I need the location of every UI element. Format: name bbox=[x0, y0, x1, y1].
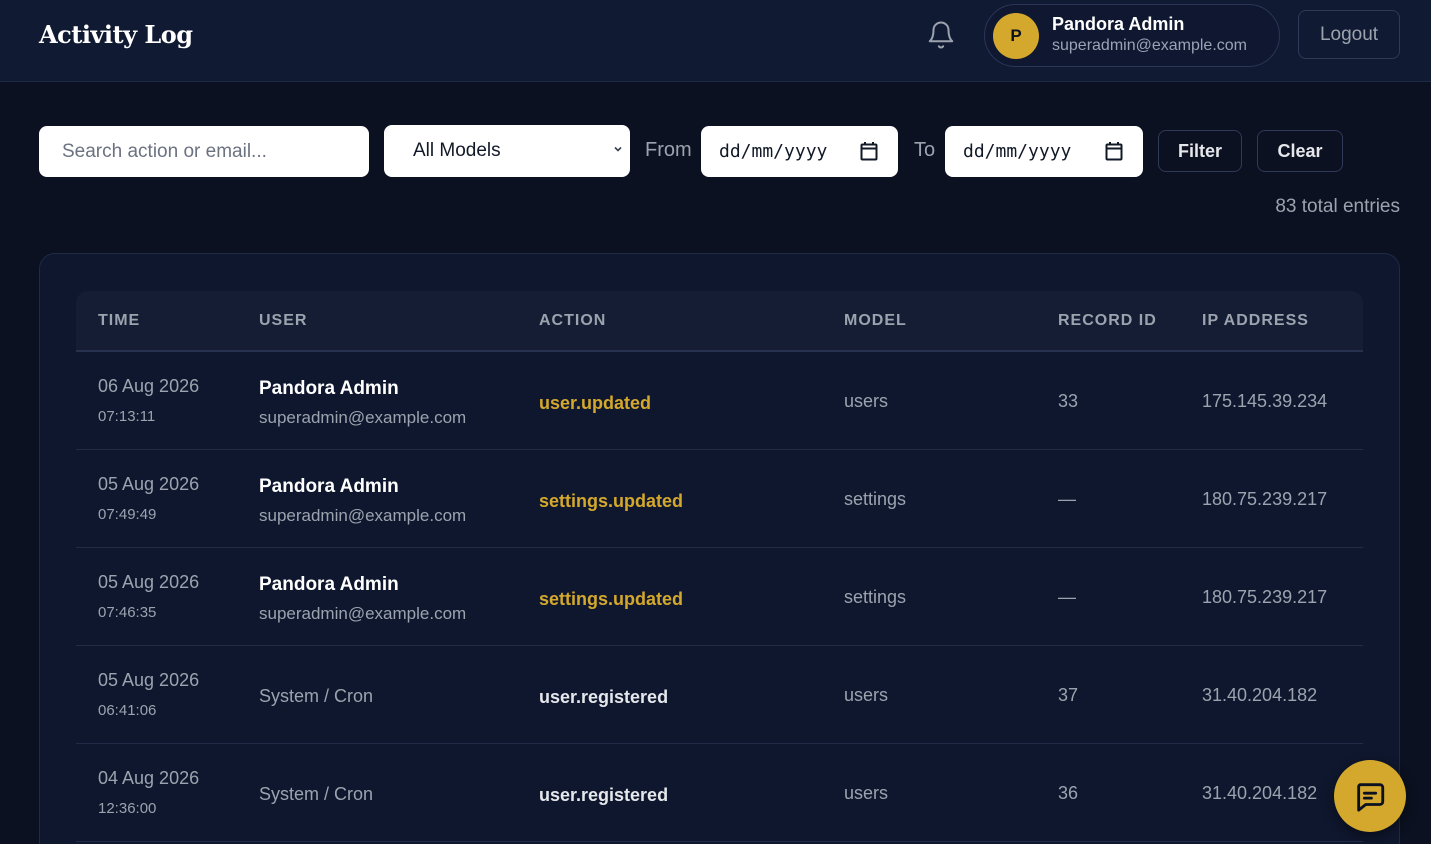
column-header-action: ACTION bbox=[539, 312, 607, 329]
table-row[interactable]: 04 Aug 2026 12:36:00 System / Cron user.… bbox=[76, 744, 1363, 842]
row-action: user.registered bbox=[539, 785, 669, 805]
row-model: users bbox=[844, 685, 889, 705]
calendar-icon[interactable] bbox=[860, 141, 878, 161]
row-model: users bbox=[844, 783, 889, 803]
row-record-id: 36 bbox=[1058, 783, 1079, 803]
from-label: From bbox=[645, 139, 692, 161]
row-model: users bbox=[844, 391, 889, 411]
row-date: 04 Aug 2026 bbox=[98, 768, 200, 788]
search-input[interactable] bbox=[39, 126, 369, 177]
row-time: 07:13:11 bbox=[98, 408, 156, 425]
row-user-name: Pandora Admin bbox=[259, 574, 399, 595]
from-date-input[interactable]: dd/mm/yyyy bbox=[701, 126, 898, 177]
clear-button[interactable]: Clear bbox=[1257, 130, 1343, 172]
row-time: 07:46:35 bbox=[98, 604, 157, 621]
from-date-placeholder: dd/mm/yyyy bbox=[719, 141, 828, 162]
row-record-id: 37 bbox=[1058, 685, 1079, 705]
row-user-name: Pandora Admin bbox=[259, 476, 399, 497]
total-entries-count: 83 total entries bbox=[1275, 196, 1400, 217]
chat-button[interactable] bbox=[1334, 760, 1406, 832]
avatar: P bbox=[993, 13, 1039, 59]
row-model: settings bbox=[844, 489, 907, 509]
to-date-input[interactable]: dd/mm/yyyy bbox=[945, 126, 1143, 177]
page-title: Activity Log bbox=[39, 20, 193, 49]
row-model: settings bbox=[844, 587, 907, 607]
row-date: 05 Aug 2026 bbox=[98, 572, 200, 592]
user-profile-chip[interactable]: P Pandora Admin superadmin@example.com bbox=[984, 4, 1280, 67]
top-header: Activity Log P Pandora Admin superadmin@… bbox=[0, 0, 1431, 82]
model-select[interactable]: All Models bbox=[384, 125, 630, 177]
to-date-placeholder: dd/mm/yyyy bbox=[963, 141, 1072, 162]
row-record-id: — bbox=[1058, 587, 1076, 607]
column-header-ip-address: IP ADDRESS bbox=[1202, 312, 1309, 329]
model-select-value: All Models bbox=[413, 140, 501, 161]
activity-table: TIME USER ACTION MODEL RECORD ID IP ADDR… bbox=[76, 291, 1363, 842]
row-user-email: superadmin@example.com bbox=[259, 506, 467, 525]
row-time: 06:41:06 bbox=[98, 702, 157, 719]
column-header-time: TIME bbox=[98, 312, 141, 329]
row-record-id: — bbox=[1058, 489, 1076, 509]
chevron-down-icon bbox=[614, 146, 622, 152]
filter-button[interactable]: Filter bbox=[1158, 130, 1242, 172]
table-row[interactable]: 05 Aug 2026 07:49:49 Pandora Admin super… bbox=[76, 450, 1363, 548]
row-date: 06 Aug 2026 bbox=[98, 376, 200, 396]
row-ip-address: 175.145.39.234 bbox=[1202, 391, 1328, 411]
row-action: user.updated bbox=[539, 393, 652, 413]
logout-button[interactable]: Logout bbox=[1298, 10, 1400, 59]
row-user-name: Pandora Admin bbox=[259, 378, 399, 399]
row-record-id: 33 bbox=[1058, 391, 1079, 411]
row-ip-address: 31.40.204.182 bbox=[1202, 783, 1318, 803]
row-action: settings.updated bbox=[539, 589, 684, 609]
table-row[interactable]: 06 Aug 2026 07:13:11 Pandora Admin super… bbox=[76, 352, 1363, 450]
row-user-email: superadmin@example.com bbox=[259, 408, 467, 427]
column-header-record-id: RECORD ID bbox=[1058, 312, 1157, 329]
row-date: 05 Aug 2026 bbox=[98, 474, 200, 494]
row-user-system: System / Cron bbox=[259, 784, 374, 804]
bell-icon bbox=[928, 21, 954, 49]
user-name: Pandora Admin bbox=[1052, 14, 1185, 34]
activity-table-card: TIME USER ACTION MODEL RECORD ID IP ADDR… bbox=[39, 253, 1400, 844]
row-time: 12:36:00 bbox=[98, 800, 157, 817]
calendar-icon[interactable] bbox=[1105, 141, 1123, 161]
table-row[interactable]: 05 Aug 2026 07:46:35 Pandora Admin super… bbox=[76, 548, 1363, 646]
row-user-email: superadmin@example.com bbox=[259, 604, 467, 623]
row-ip-address: 180.75.239.217 bbox=[1202, 587, 1328, 607]
user-email: superadmin@example.com bbox=[1052, 37, 1247, 54]
table-header: TIME USER ACTION MODEL RECORD ID IP ADDR… bbox=[76, 291, 1363, 352]
row-action: settings.updated bbox=[539, 491, 684, 511]
row-date: 05 Aug 2026 bbox=[98, 670, 200, 690]
row-user-system: System / Cron bbox=[259, 686, 374, 706]
to-label: To bbox=[914, 139, 936, 161]
column-header-model: MODEL bbox=[844, 312, 907, 329]
row-ip-address: 180.75.239.217 bbox=[1202, 489, 1328, 509]
column-header-user: USER bbox=[259, 312, 308, 329]
row-time: 07:49:49 bbox=[98, 506, 157, 523]
table-row[interactable]: 05 Aug 2026 06:41:06 System / Cron user.… bbox=[76, 646, 1363, 744]
chat-bubble-icon bbox=[1357, 783, 1385, 812]
row-ip-address: 31.40.204.182 bbox=[1202, 685, 1318, 705]
row-action: user.registered bbox=[539, 687, 669, 707]
notifications-button[interactable] bbox=[924, 18, 958, 52]
